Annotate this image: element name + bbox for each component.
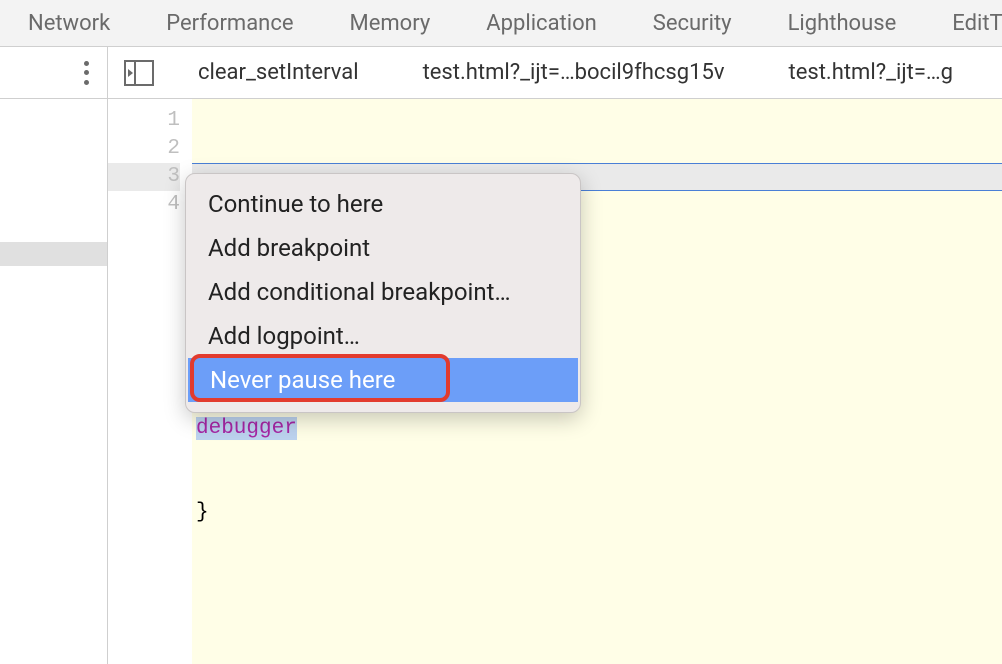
- tab-performance[interactable]: Performance: [138, 0, 321, 46]
- tab-application[interactable]: Application: [458, 0, 624, 46]
- navigator-toggle-icon[interactable]: [122, 60, 156, 86]
- toolbar-right: clear_setInterval test.html?_ijt=…bocil9…: [108, 60, 1002, 86]
- kebab-menu-icon[interactable]: [84, 61, 89, 85]
- left-panel-selection[interactable]: [0, 242, 107, 266]
- line-number-paused[interactable]: 3: [108, 163, 180, 191]
- line-gutter: 1 2 3 4: [108, 99, 192, 664]
- file-tab-test-1[interactable]: test.html?_ijt=…bocil9fhcsg15v: [401, 60, 747, 85]
- menu-continue-to-here[interactable]: Continue to here: [186, 182, 580, 226]
- tab-network[interactable]: Network: [0, 0, 138, 46]
- sources-toolbar: clear_setInterval test.html?_ijt=…bocil9…: [0, 47, 1002, 99]
- tab-editth[interactable]: EditTh: [924, 0, 1002, 46]
- left-panel: [0, 99, 108, 664]
- tok-debugger: debugger: [196, 417, 297, 440]
- menu-add-breakpoint[interactable]: Add breakpoint: [186, 226, 580, 270]
- line-number[interactable]: 4: [108, 191, 180, 219]
- line-number[interactable]: 1: [108, 107, 180, 135]
- menu-add-logpoint[interactable]: Add logpoint…: [186, 314, 580, 358]
- line-number[interactable]: 2: [108, 135, 180, 163]
- gutter-context-menu: Continue to here Add breakpoint Add cond…: [185, 173, 581, 413]
- toolbar-left: [0, 47, 108, 98]
- menu-add-conditional-breakpoint[interactable]: Add conditional breakpoint…: [186, 270, 580, 314]
- devtools-tab-strip: Network Performance Memory Application S…: [0, 0, 1002, 47]
- tab-memory[interactable]: Memory: [322, 0, 459, 46]
- tab-security[interactable]: Security: [625, 0, 760, 46]
- code-line: }: [196, 499, 1002, 527]
- tab-lighthouse[interactable]: Lighthouse: [760, 0, 925, 46]
- menu-never-pause-here[interactable]: Never pause here: [188, 358, 578, 402]
- file-tab-clear-setinterval[interactable]: clear_setInterval: [176, 60, 381, 85]
- code-line: debugger: [196, 415, 1002, 443]
- file-tab-test-2[interactable]: test.html?_ijt=…g: [767, 60, 975, 85]
